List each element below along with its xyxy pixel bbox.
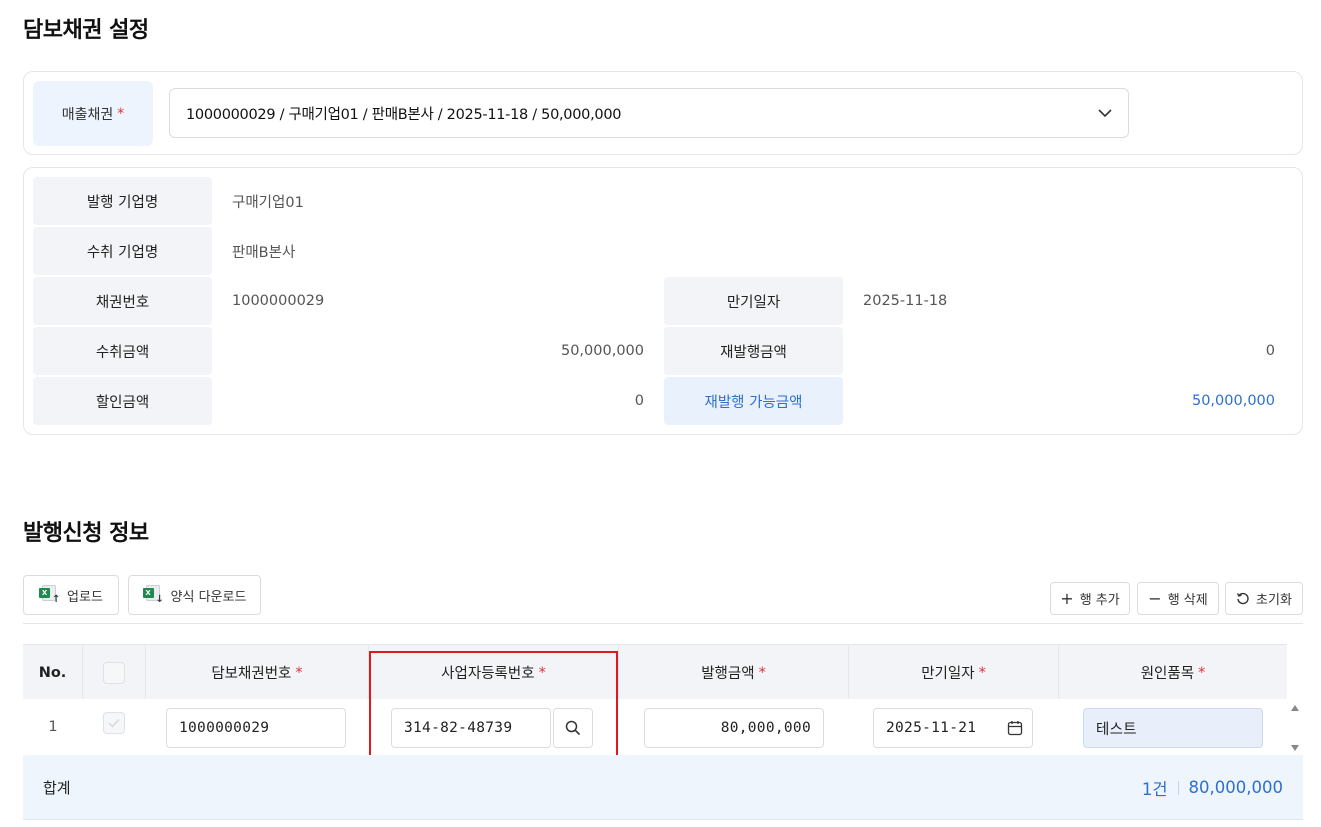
delete-row-button[interactable]: − 행 삭제 [1137,582,1219,615]
plus-icon: + [1060,589,1074,608]
scroll-down-icon[interactable] [1290,743,1300,753]
select-all-checkbox[interactable] [103,661,125,684]
issuer-label: 발행 기업명 [33,177,212,225]
row-no: 1 [48,719,58,735]
minus-icon: − [1148,589,1162,608]
item-input[interactable]: 테스트 [1083,708,1263,748]
refresh-icon [1236,592,1249,604]
reissue-available-value: 50,000,000 [1191,393,1275,409]
bond-no-input[interactable]: 1000000029 [166,708,346,748]
reissue-amount-value: 0 [1265,343,1275,359]
receive-amount-label: 수취금액 [33,327,212,375]
table-header: No. 담보채권번호 * 사업자등록번호 * 발행금액 * 만기일자 * 원인품목 * [23,644,1287,700]
receivable-select[interactable]: 1000000029 / 구매기업01 / 판매B본사 / 2025-11-18… [169,88,1129,138]
toolbar-divider [23,623,1303,624]
biz-no-highlight-box [369,651,618,759]
excel-download-icon: X ↓ [142,585,165,605]
discount-amount-label: 할인금액 [33,377,212,425]
receivable-selected-value: 1000000029 / 구매기업01 / 판매B본사 / 2025-11-18… [186,106,622,123]
receivable-select-panel: 매출채권 * 1000000029 / 구매기업01 / 판매B본사 / 2025… [23,71,1303,155]
receive-amount-value: 50,000,000 [560,343,644,359]
receiver-value: 판매B본사 [232,244,296,261]
reissue-available-label: 재발행 가능금액 [664,377,843,425]
reset-button[interactable]: 초기화 [1225,582,1303,615]
header-amount: 발행금액 * [619,645,849,700]
receivable-label: 매출채권 * [33,81,153,146]
collateral-section-title: 담보채권 설정 [23,18,149,43]
total-count: 1건 [1141,779,1168,799]
template-download-button[interactable]: X ↓ 양식 다운로드 [128,575,261,615]
reissue-amount-label: 재발행금액 [664,327,843,375]
chevron-down-icon [1098,109,1112,118]
due-date-label: 만기일자 [664,277,843,325]
upload-button[interactable]: X ↑ 업로드 [23,575,119,615]
issuer-value: 구매기업01 [232,194,304,211]
calendar-icon [1007,721,1023,736]
add-row-button[interactable]: + 행 추가 [1050,582,1130,615]
total-separator [1177,780,1179,795]
table-row: 1 1000000029 314-82-48739 80,000,000 202… [23,699,1287,755]
bond-no-value: 1000000029 [232,293,325,309]
check-icon [108,718,120,728]
bond-no-label: 채권번호 [33,277,212,325]
amount-input[interactable]: 80,000,000 [644,708,824,748]
scroll-up-icon[interactable] [1290,703,1300,713]
issue-section-title: 발행신청 정보 [23,521,149,546]
total-row: 합계 1건 80,000,000 [23,755,1303,820]
discount-amount-value: 0 [634,393,644,409]
due-date-input[interactable]: 2025-11-21 [873,708,1033,748]
header-no: No. [23,645,83,700]
total-amount: 80,000,000 [1188,778,1283,797]
total-label: 합계 [43,779,71,797]
header-bond-no: 담보채권번호 * [146,645,369,700]
excel-upload-icon: X ↑ [39,585,61,605]
due-date-value: 2025-11-18 [863,293,948,309]
bond-info-panel: 발행 기업명 구매기업01 수취 기업명 판매B본사 채권번호 10000000… [23,167,1303,435]
row-checkbox[interactable] [103,712,125,734]
header-item: 원인품목 * [1140,664,1206,683]
header-due-date: 만기일자 * [849,645,1059,700]
receiver-label: 수취 기업명 [33,227,212,275]
